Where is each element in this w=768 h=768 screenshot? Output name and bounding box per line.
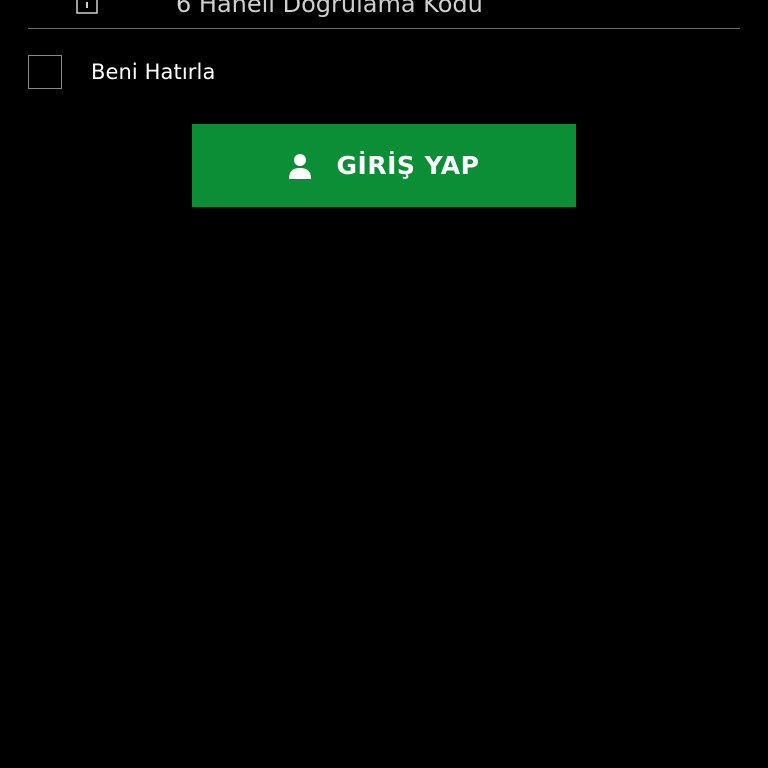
lock-icon	[76, 0, 98, 14]
login-page: Beni Hatırla GİRİŞ YAP	[0, 0, 768, 768]
remember-me-option[interactable]: Beni Hatırla	[28, 54, 215, 90]
remember-me-checkbox[interactable]	[28, 55, 62, 89]
user-icon	[288, 153, 311, 179]
verification-code-input[interactable]	[176, 0, 696, 22]
remember-me-label: Beni Hatırla	[91, 60, 216, 84]
login-button[interactable]: GİRİŞ YAP	[192, 124, 576, 207]
login-button-label: GİRİŞ YAP	[336, 151, 480, 180]
verification-code-field	[28, 0, 740, 29]
